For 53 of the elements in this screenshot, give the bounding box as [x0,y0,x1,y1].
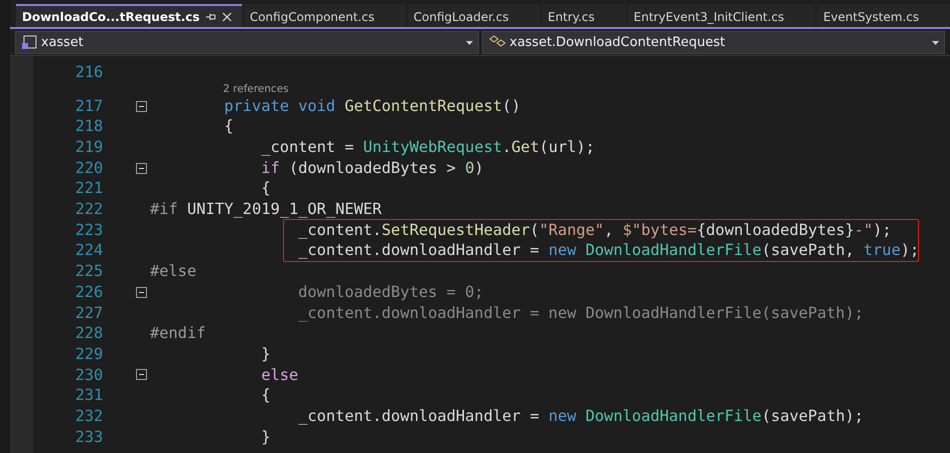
caret-icon [932,40,939,44]
line-number: 233 [74,426,103,448]
caret-icon [466,40,472,44]
project-icon [21,35,37,50]
navigation-dropdown[interactable]: xasset.DownloadContentRequest [482,31,945,54]
code-line: } [260,426,270,448]
code-line: else [260,364,298,386]
line-number: 217 [74,96,103,116]
line-number: 226 [74,282,103,303]
line-number: 221 [74,178,103,200]
code-line: { [260,385,270,406]
references-codelens[interactable]: 2 references [223,82,289,96]
code-line: private void GetContentRequest() [223,96,521,116]
file-tab[interactable]: Entry.cs [542,4,626,27]
line-number: 218 [74,116,103,138]
code-line: { [260,178,270,200]
code-line: { [223,116,234,138]
file-tab[interactable]: ConfigComponent.cs [244,4,406,27]
collapse-icon[interactable] [136,162,147,174]
line-number: 225 [74,261,103,282]
line-number: 232 [74,406,103,427]
close-icon[interactable] [222,12,232,22]
line-number: 222 [74,199,103,220]
file-tab[interactable]: EventSystem.cs [817,4,950,27]
code-line: _content.downloadHandler = new DownloadHandlerFile(savePath); [297,406,864,427]
line-number: 229 [74,344,103,365]
code-line: #else [150,261,196,282]
code-line: _content = UnityWebRequest.Get(url); [260,137,595,158]
file-tab[interactable]: ConfigLoader.cs [408,4,540,27]
code-line: _content.downloadHandler = new DownloadHandlerFile(savePath); [297,302,864,324]
code-line: #if UNITY_2019_1_OR_NEWER [150,199,382,220]
code-line: _content.downloadHandler = new DownloadHandlerFile(savePath, true); [297,240,920,262]
code-line: _content.SetRequestHeader("Range", $"bytes={downloadedBytes}-"); [297,220,892,240]
line-number: 231 [74,385,103,406]
line-number: 230 [74,364,103,386]
navigation-dropdown[interactable]: xasset [15,31,478,54]
line-number: 223 [74,220,103,240]
code-line: if (downloadedBytes > 0) [260,158,484,178]
line-number: 228 [74,323,103,344]
line-number: 220 [74,158,103,178]
code-line: #endif [150,323,206,344]
file-tab[interactable]: EntryEvent3_InitClient.cs [628,4,816,27]
code-line: } [260,344,270,365]
line-number: 216 [74,62,103,83]
collapse-icon[interactable] [136,286,147,298]
collapse-icon[interactable] [136,100,147,112]
pin-icon[interactable] [206,12,216,22]
line-number: 224 [74,240,103,262]
line-number: 227 [74,302,103,324]
code-line: downloadedBytes = 0; [297,282,484,303]
line-number: 219 [74,137,103,158]
collapse-icon[interactable] [136,369,147,380]
file-tab[interactable]: DownloadCo...tRequest.cs [16,4,242,27]
